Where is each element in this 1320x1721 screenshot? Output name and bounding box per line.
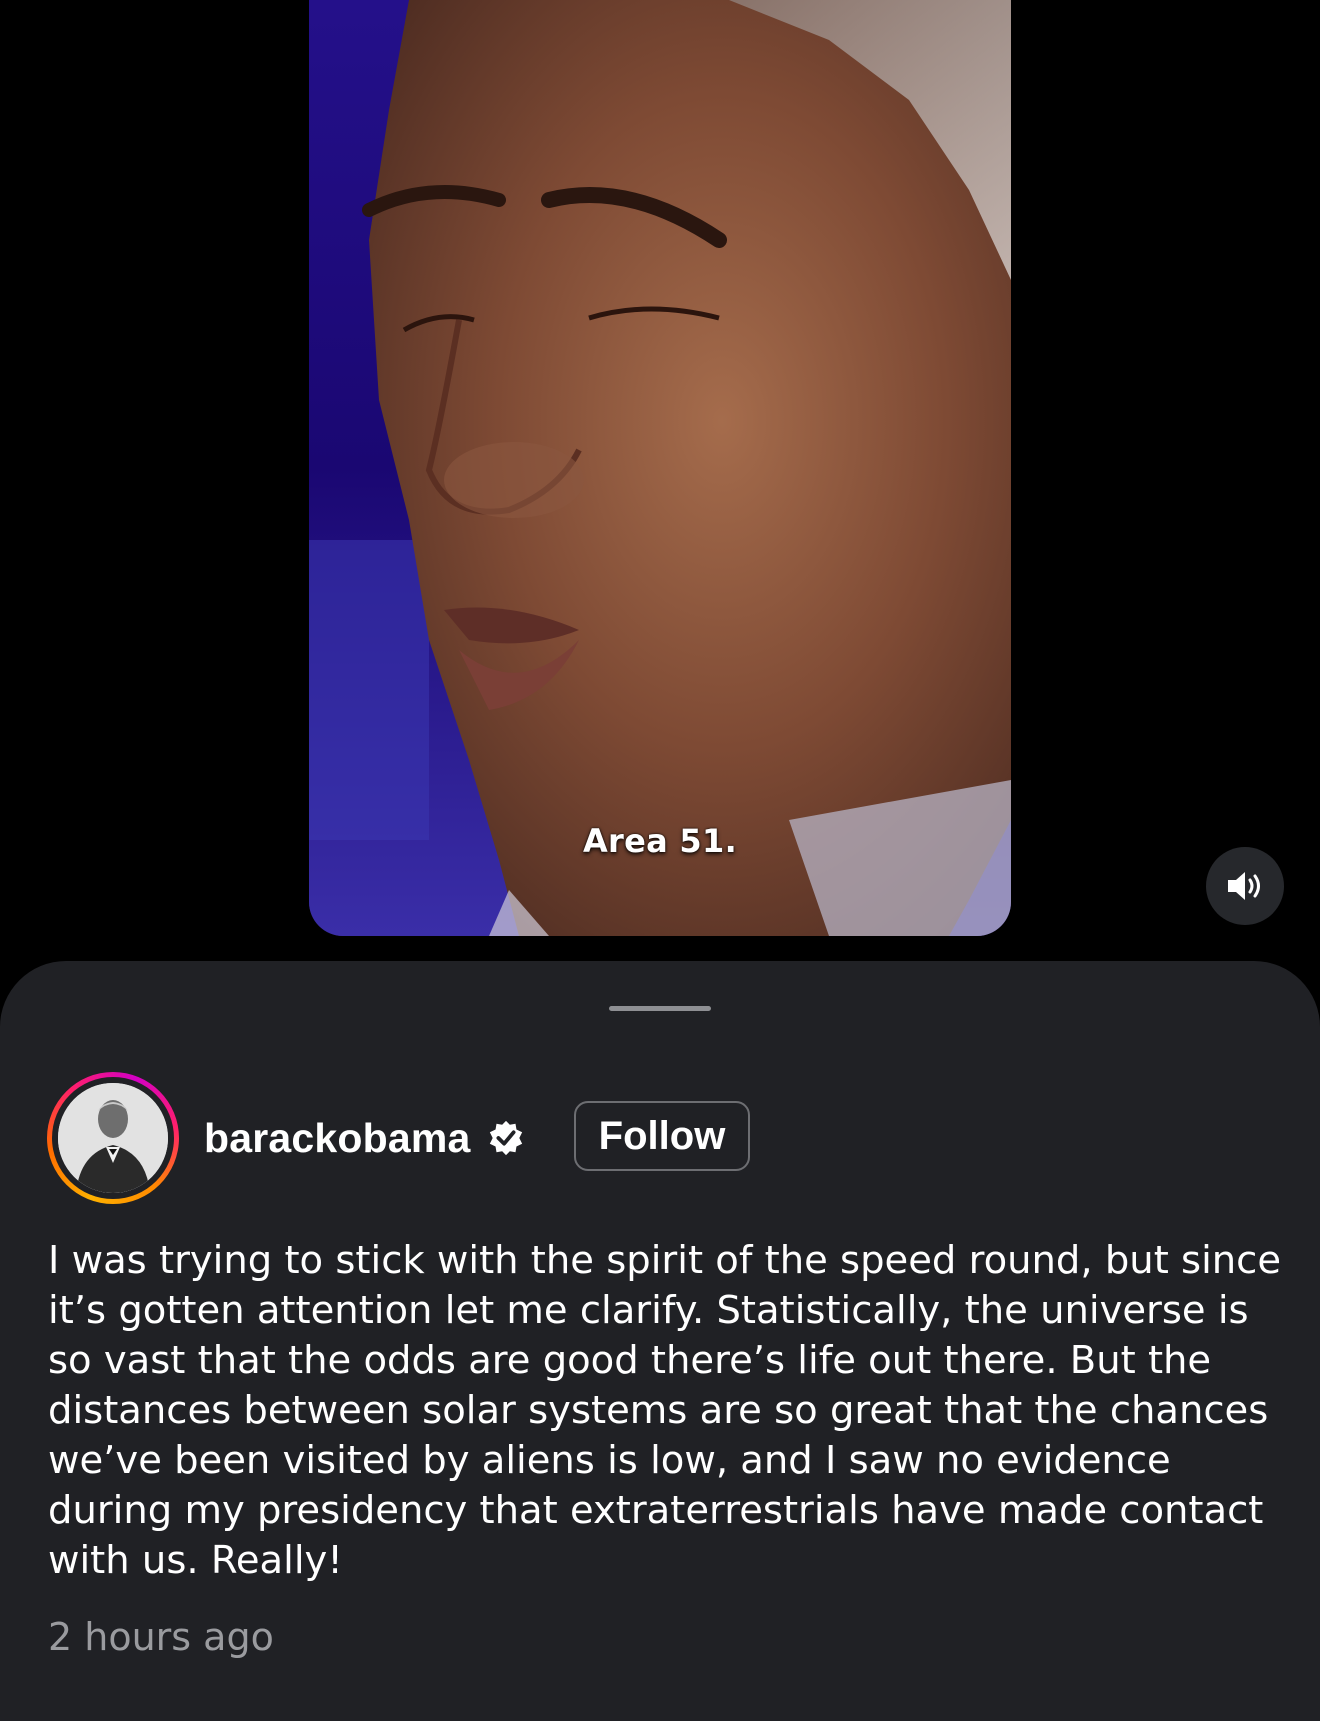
- post-timestamp: 2 hours ago: [48, 1615, 274, 1659]
- reel-video[interactable]: Area 51.: [309, 0, 1011, 936]
- follow-button[interactable]: Follow: [574, 1101, 750, 1171]
- avatar[interactable]: [58, 1083, 168, 1193]
- verified-badge-icon: [489, 1120, 522, 1156]
- mute-toggle-button[interactable]: [1206, 847, 1284, 925]
- avatar-image: [58, 1083, 168, 1193]
- post-details-sheet: barackobama Follow I was trying to stick…: [0, 961, 1320, 1721]
- avatar-ring-gap: [52, 1077, 174, 1199]
- video-frame-image: [309, 0, 1011, 936]
- post-caption: I was trying to stick with the spirit of…: [48, 1238, 1282, 1583]
- username-link[interactable]: barackobama: [204, 1115, 471, 1162]
- speaker-on-icon: [1228, 872, 1260, 900]
- video-subtitle: Area 51.: [582, 822, 738, 860]
- sheet-grabber-handle[interactable]: [609, 1006, 711, 1011]
- author-row: barackobama: [204, 1098, 525, 1178]
- avatar-story-ring[interactable]: [47, 1072, 179, 1204]
